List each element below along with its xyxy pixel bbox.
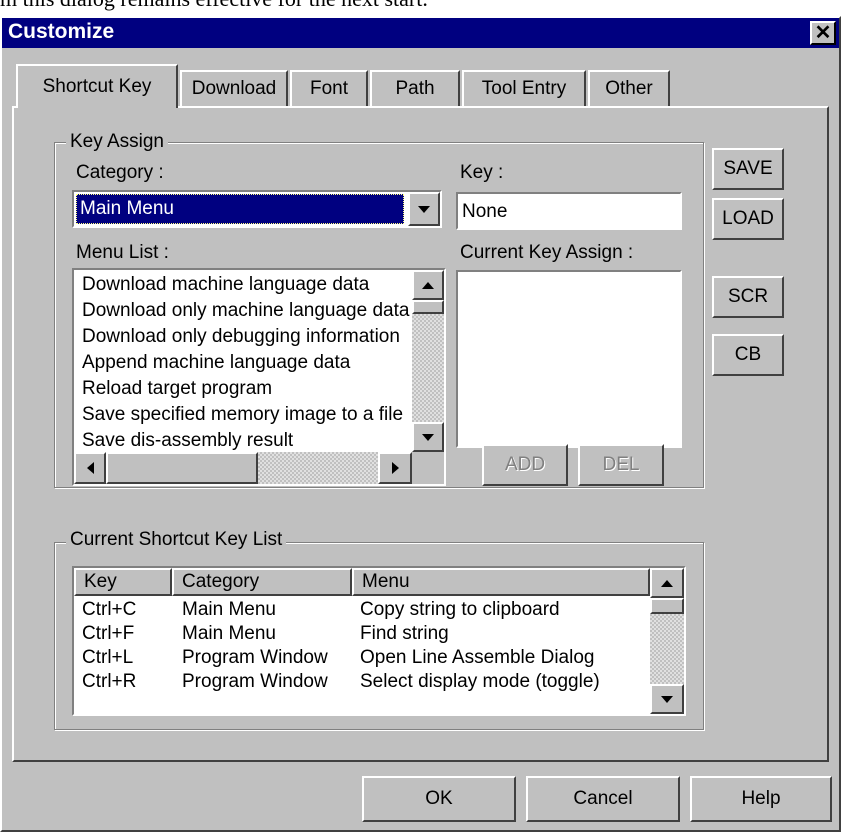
menu-list-label: Menu List : — [76, 242, 169, 263]
cell-menu: Copy string to clipboard — [360, 599, 560, 620]
menu-list-hscroll[interactable] — [74, 452, 412, 484]
table-row[interactable]: Ctrl+R Program Window Select display mod… — [74, 670, 650, 694]
list-item[interactable]: Download machine language data — [74, 272, 410, 298]
cell-menu: Find string — [360, 623, 449, 644]
chevron-down-icon — [418, 205, 430, 213]
background-document-text: m this dialog remains effective for the … — [0, 0, 428, 12]
tab-tool-entry[interactable]: Tool Entry — [462, 70, 586, 106]
category-label: Category : — [76, 162, 164, 183]
hscroll-thumb[interactable] — [106, 452, 258, 484]
key-input[interactable]: None — [456, 192, 682, 230]
cell-menu: Open Line Assemble Dialog — [360, 647, 595, 668]
list-item[interactable]: Save specified memory image to a file — [74, 402, 410, 428]
list-item[interactable]: Reload target program — [74, 376, 410, 402]
scroll-down-button[interactable] — [650, 684, 684, 714]
shortcut-list-legend: Current Shortcut Key List — [66, 529, 287, 551]
category-selected: Main Menu — [76, 194, 404, 224]
cell-menu: Select display mode (toggle) — [360, 671, 600, 692]
add-button-label: ADD — [504, 454, 546, 475]
arrow-left-icon — [86, 462, 94, 474]
scroll-corner — [412, 452, 444, 484]
ok-button-label: OK — [425, 788, 453, 809]
title-bar[interactable] — [2, 18, 839, 48]
key-label: Key : — [460, 162, 504, 183]
column-header-category[interactable]: Category — [172, 568, 352, 596]
load-button[interactable]: LOAD — [712, 198, 784, 240]
key-assign-legend: Key Assign — [66, 131, 168, 153]
del-button-label: DEL — [602, 454, 640, 475]
tab-label: Tool Entry — [481, 78, 567, 99]
cell-key: Ctrl+R — [82, 671, 137, 692]
list-item[interactable]: Save dis-assembly result — [74, 428, 410, 450]
load-button-label: LOAD — [722, 208, 774, 229]
table-row[interactable]: Ctrl+C Main Menu Copy string to clipboar… — [74, 598, 650, 622]
shortcut-list-vscroll[interactable] — [650, 568, 684, 714]
column-header-key[interactable]: Key — [74, 568, 172, 596]
scroll-down-button[interactable] — [412, 422, 444, 452]
arrow-right-icon — [391, 462, 399, 474]
current-key-assign-label: Current Key Assign : — [460, 242, 634, 263]
table-row[interactable]: Ctrl+L Program Window Open Line Assemble… — [74, 646, 650, 670]
scroll-up-button[interactable] — [412, 270, 444, 300]
scroll-left-button[interactable] — [74, 452, 106, 484]
cell-key: Ctrl+L — [82, 647, 134, 668]
cb-button-label: CB — [734, 344, 762, 365]
tab-label: Font — [309, 78, 349, 99]
cell-key: Ctrl+C — [82, 599, 137, 620]
list-item[interactable]: Download only debugging information — [74, 324, 410, 350]
cell-key: Ctrl+F — [82, 623, 135, 644]
close-button[interactable]: ✕ — [810, 21, 836, 45]
del-button[interactable]: DEL — [578, 444, 664, 486]
key-input-value: None — [462, 201, 508, 222]
cell-category: Program Window — [182, 647, 328, 668]
cancel-button-label: Cancel — [573, 788, 633, 809]
dialog-title: Customize — [8, 20, 115, 43]
tab-label: Other — [605, 78, 653, 99]
category-dropdown[interactable]: Main Menu — [72, 190, 442, 228]
column-header-menu[interactable]: Menu — [352, 568, 650, 596]
tab-font[interactable]: Font — [290, 70, 368, 106]
cell-category: Program Window — [182, 671, 328, 692]
menu-list-vscroll[interactable] — [412, 270, 444, 452]
menu-list-items: Download machine language data Download … — [74, 272, 410, 450]
tab-shortcut-key[interactable]: Shortcut Key — [16, 64, 178, 108]
category-value: Main Menu — [80, 198, 174, 219]
list-item[interactable]: Append machine language data — [74, 350, 410, 376]
cancel-button[interactable]: Cancel — [526, 776, 680, 822]
cb-button[interactable]: CB — [712, 334, 784, 376]
menu-list[interactable]: Download machine language data Download … — [72, 268, 446, 486]
scroll-thumb[interactable] — [412, 300, 444, 314]
tab-label: Path — [395, 78, 435, 99]
scr-button-label: SCR — [727, 286, 769, 307]
arrow-down-icon — [422, 433, 434, 441]
cell-category: Main Menu — [182, 623, 276, 644]
help-button-label: Help — [741, 788, 781, 809]
list-item[interactable]: Download only machine language data — [74, 298, 410, 324]
add-button[interactable]: ADD — [482, 444, 568, 486]
table-row[interactable]: Ctrl+F Main Menu Find string — [74, 622, 650, 646]
arrow-up-icon — [661, 579, 673, 587]
arrow-down-icon — [661, 695, 673, 703]
scroll-up-button[interactable] — [650, 568, 684, 598]
save-button-label: SAVE — [723, 158, 773, 179]
scroll-thumb[interactable] — [650, 598, 684, 614]
close-icon: ✕ — [814, 22, 832, 44]
arrow-up-icon — [422, 281, 434, 289]
category-dropdown-button[interactable] — [408, 192, 440, 226]
scroll-right-button[interactable] — [378, 452, 412, 484]
tab-label: Shortcut Key — [42, 76, 152, 97]
cell-category: Main Menu — [182, 599, 276, 620]
tab-label: Download — [191, 78, 277, 99]
save-button[interactable]: SAVE — [712, 148, 784, 190]
scr-button[interactable]: SCR — [712, 276, 784, 318]
tab-other[interactable]: Other — [588, 70, 670, 106]
ok-button[interactable]: OK — [362, 776, 516, 822]
current-key-assign-list[interactable] — [456, 270, 682, 448]
tab-path[interactable]: Path — [370, 70, 460, 106]
help-button[interactable]: Help — [690, 776, 832, 822]
shortcut-list-table[interactable]: Key Category Menu Ctrl+C Main Menu Copy … — [72, 566, 686, 716]
tab-download[interactable]: Download — [180, 70, 288, 106]
